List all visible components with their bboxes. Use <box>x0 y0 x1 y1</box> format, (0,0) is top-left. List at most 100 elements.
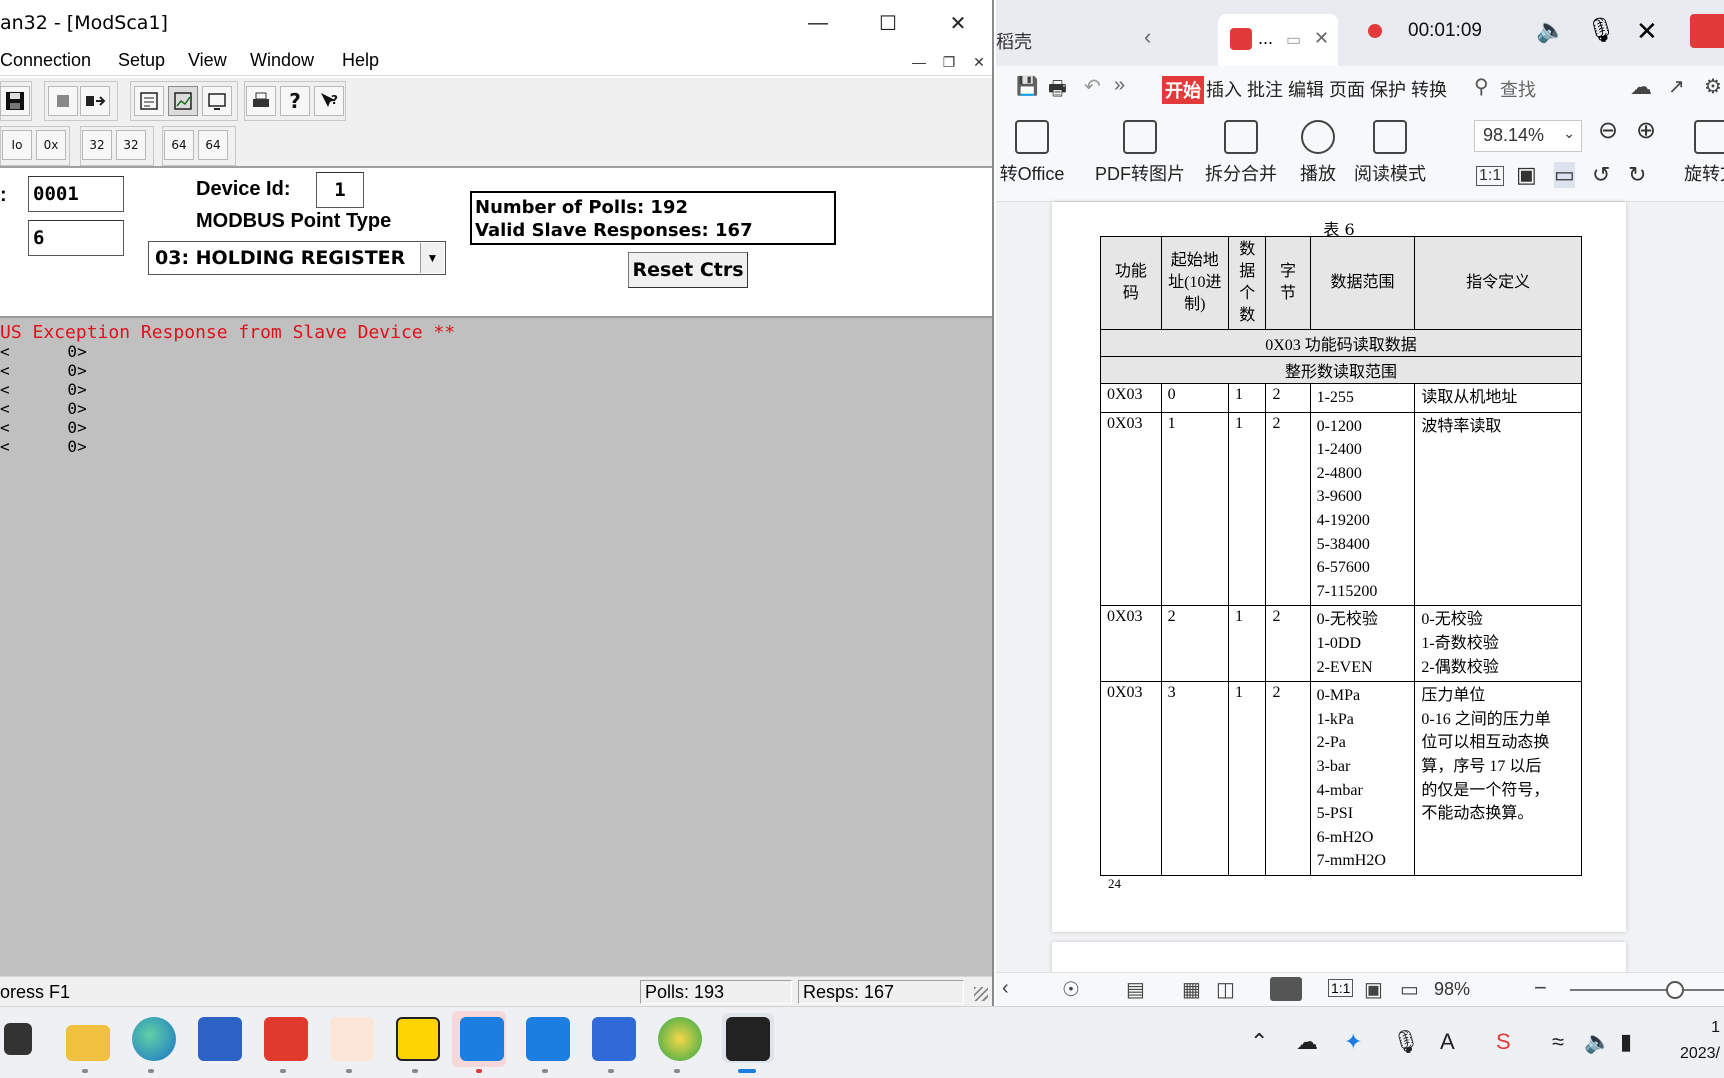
format-float32-swap-button[interactable]: 32 <box>116 130 146 160</box>
actual-size-icon[interactable]: 1:1 <box>1328 979 1354 997</box>
menu-start[interactable]: 开始 <box>1162 76 1204 104</box>
taskbar-app-window[interactable] <box>4 1023 32 1055</box>
zoom-slider[interactable] <box>1570 981 1724 999</box>
fit-page-icon[interactable]: ▣ <box>1364 977 1383 1002</box>
menu-edit[interactable]: 编辑 <box>1288 76 1324 102</box>
format-float32-button[interactable]: 32 <box>82 130 112 160</box>
cloud-icon[interactable]: ☁ <box>1296 1029 1318 1055</box>
fit-width-icon[interactable]: ▭ <box>1554 162 1575 188</box>
zoom-out-icon[interactable]: ⊖ <box>1598 116 1618 145</box>
menu-help[interactable]: Help <box>342 50 379 71</box>
rotate-right-icon[interactable]: ↻ <box>1628 162 1646 188</box>
store-icon[interactable] <box>198 1017 242 1061</box>
reading-mode-button[interactable]: 阅读模式 <box>1350 120 1430 186</box>
pdf-to-image-button[interactable]: PDF转图片 <box>1092 120 1188 186</box>
continuous-page-icon[interactable]: ▦ <box>1182 977 1201 1002</box>
child-minimize-button[interactable]: — <box>908 52 930 72</box>
menu-protect[interactable]: 保护 <box>1370 76 1406 102</box>
menu-insert[interactable]: 插入 <box>1206 76 1242 102</box>
resize-grip-icon[interactable] <box>974 987 988 1001</box>
format-double64-button[interactable]: 64 <box>164 130 194 160</box>
menu-connection[interactable]: Connection <box>0 50 91 71</box>
save-icon[interactable] <box>0 86 30 116</box>
wps-tray-icon[interactable]: S <box>1496 1029 1511 1055</box>
register-row[interactable]: < 0> <box>0 418 87 437</box>
chevron-left-icon[interactable]: ‹ <box>1144 24 1151 50</box>
title-bar[interactable]: an32 - [ModSca1] — ☐ ✕ <box>0 0 992 46</box>
search-input[interactable]: 查找 <box>1500 76 1536 102</box>
device-id-input[interactable]: 1 <box>316 172 364 208</box>
share-icon[interactable]: ↗ <box>1668 74 1685 99</box>
length-input[interactable]: 6 <box>28 220 124 256</box>
context-help-icon[interactable]: ? <box>314 86 344 116</box>
volume-icon[interactable]: 🔈 <box>1584 1029 1611 1055</box>
close-tab-icon[interactable]: ✕ <box>1314 28 1329 49</box>
sticky-notes-icon[interactable] <box>396 1017 440 1061</box>
tablet-app-icon[interactable] <box>592 1017 636 1061</box>
feishu-icon[interactable] <box>460 1017 504 1061</box>
wintech-modscan-icon[interactable] <box>726 1017 770 1061</box>
point-type-select[interactable]: 03: HOLDING REGISTER ▼ <box>148 241 446 275</box>
close-recorder-icon[interactable]: ✕ <box>1636 16 1658 47</box>
network-app-icon[interactable] <box>526 1017 570 1061</box>
tab-pdf-document[interactable]: ... ▭ ✕ <box>1218 14 1338 66</box>
close-button[interactable]: ✕ <box>930 6 986 40</box>
edge-browser-icon[interactable] <box>132 1017 176 1061</box>
gear-icon[interactable]: ⚙ <box>1704 74 1722 99</box>
register-data-area[interactable]: US Exception Response from Slave Device … <box>0 318 992 976</box>
rotate-button[interactable]: 旋转文 <box>1676 120 1724 186</box>
help-icon[interactable]: ? <box>280 86 310 116</box>
feishu-tray-icon[interactable]: ✦ <box>1344 1029 1362 1055</box>
rotate-left-icon[interactable]: ↺ <box>1592 162 1610 188</box>
zoom-out-icon[interactable]: − <box>1534 975 1547 1001</box>
speaker-icon[interactable]: 🔈 <box>1536 16 1566 45</box>
display-list-icon[interactable] <box>134 86 164 116</box>
fit-width-icon[interactable]: ▭ <box>1400 977 1419 1002</box>
music-app-icon[interactable] <box>658 1017 702 1061</box>
two-page-icon[interactable]: ◫ <box>1216 977 1235 1002</box>
chevron-left-icon[interactable]: ‹ <box>1002 977 1009 1000</box>
cloud-icon[interactable]: ☁ <box>1630 74 1652 100</box>
zoom-select[interactable]: 98.14% ⌄ <box>1474 120 1582 152</box>
split-merge-button[interactable]: 拆分合并 <box>1198 120 1284 186</box>
format-io-button[interactable]: Io <box>2 130 32 160</box>
display-graph-icon[interactable] <box>168 86 198 116</box>
to-office-button[interactable]: 转Office <box>996 120 1074 186</box>
play-slideshow-icon[interactable] <box>1270 977 1302 1001</box>
register-row[interactable]: < 0> <box>0 342 87 361</box>
menu-setup[interactable]: Setup <box>118 50 165 71</box>
system-clock[interactable]: 1 2023/ <box>1680 1015 1720 1067</box>
menu-page[interactable]: 页面 <box>1329 76 1365 102</box>
register-row[interactable]: < 0> <box>0 361 87 380</box>
menu-view[interactable]: View <box>188 50 227 71</box>
format-double64-swap-button[interactable]: 64 <box>198 130 228 160</box>
undo-icon[interactable]: ↶ <box>1084 74 1101 99</box>
register-row[interactable]: < 0> <box>0 399 87 418</box>
more-icon[interactable]: » <box>1114 74 1125 97</box>
maximize-button[interactable]: ☐ <box>860 6 916 40</box>
eye-protect-icon[interactable]: ☉ <box>1062 977 1080 1002</box>
status-zoom[interactable]: 98% <box>1434 979 1470 1000</box>
actual-size-icon[interactable]: 1:1 <box>1476 166 1505 186</box>
document-view[interactable]: 表 6 功能码 起始地址(10进制) 数据个数 字节 数据范围 指令定义 0X0… <box>996 202 1724 982</box>
disconnect-icon[interactable] <box>80 86 110 116</box>
connect-icon[interactable] <box>48 86 78 116</box>
minimize-button[interactable]: — <box>790 6 846 40</box>
microphone-icon[interactable]: 🎙 <box>1586 16 1616 45</box>
stop-record-button[interactable] <box>1690 14 1724 48</box>
snipping-tool-icon[interactable] <box>330 1017 374 1061</box>
play-button[interactable]: 播放 <box>1296 120 1340 186</box>
print-icon[interactable] <box>246 86 276 116</box>
file-explorer-icon[interactable] <box>66 1025 110 1061</box>
tab-docer[interactable]: 稻壳 <box>996 14 1128 66</box>
save-icon[interactable]: 💾 <box>1016 76 1038 97</box>
display-monitor-icon[interactable] <box>202 86 232 116</box>
register-row[interactable]: < 0> <box>0 380 87 399</box>
single-page-icon[interactable]: ▤ <box>1126 977 1145 1002</box>
child-close-button[interactable]: ✕ <box>968 52 990 72</box>
ime-icon[interactable]: A <box>1440 1029 1455 1055</box>
fit-page-icon[interactable]: ▣ <box>1516 162 1537 188</box>
chevron-up-icon[interactable]: ⌃ <box>1250 1029 1268 1055</box>
microphone-icon[interactable]: 🎙 <box>1392 1029 1420 1055</box>
menu-convert[interactable]: 转换 <box>1411 76 1447 102</box>
